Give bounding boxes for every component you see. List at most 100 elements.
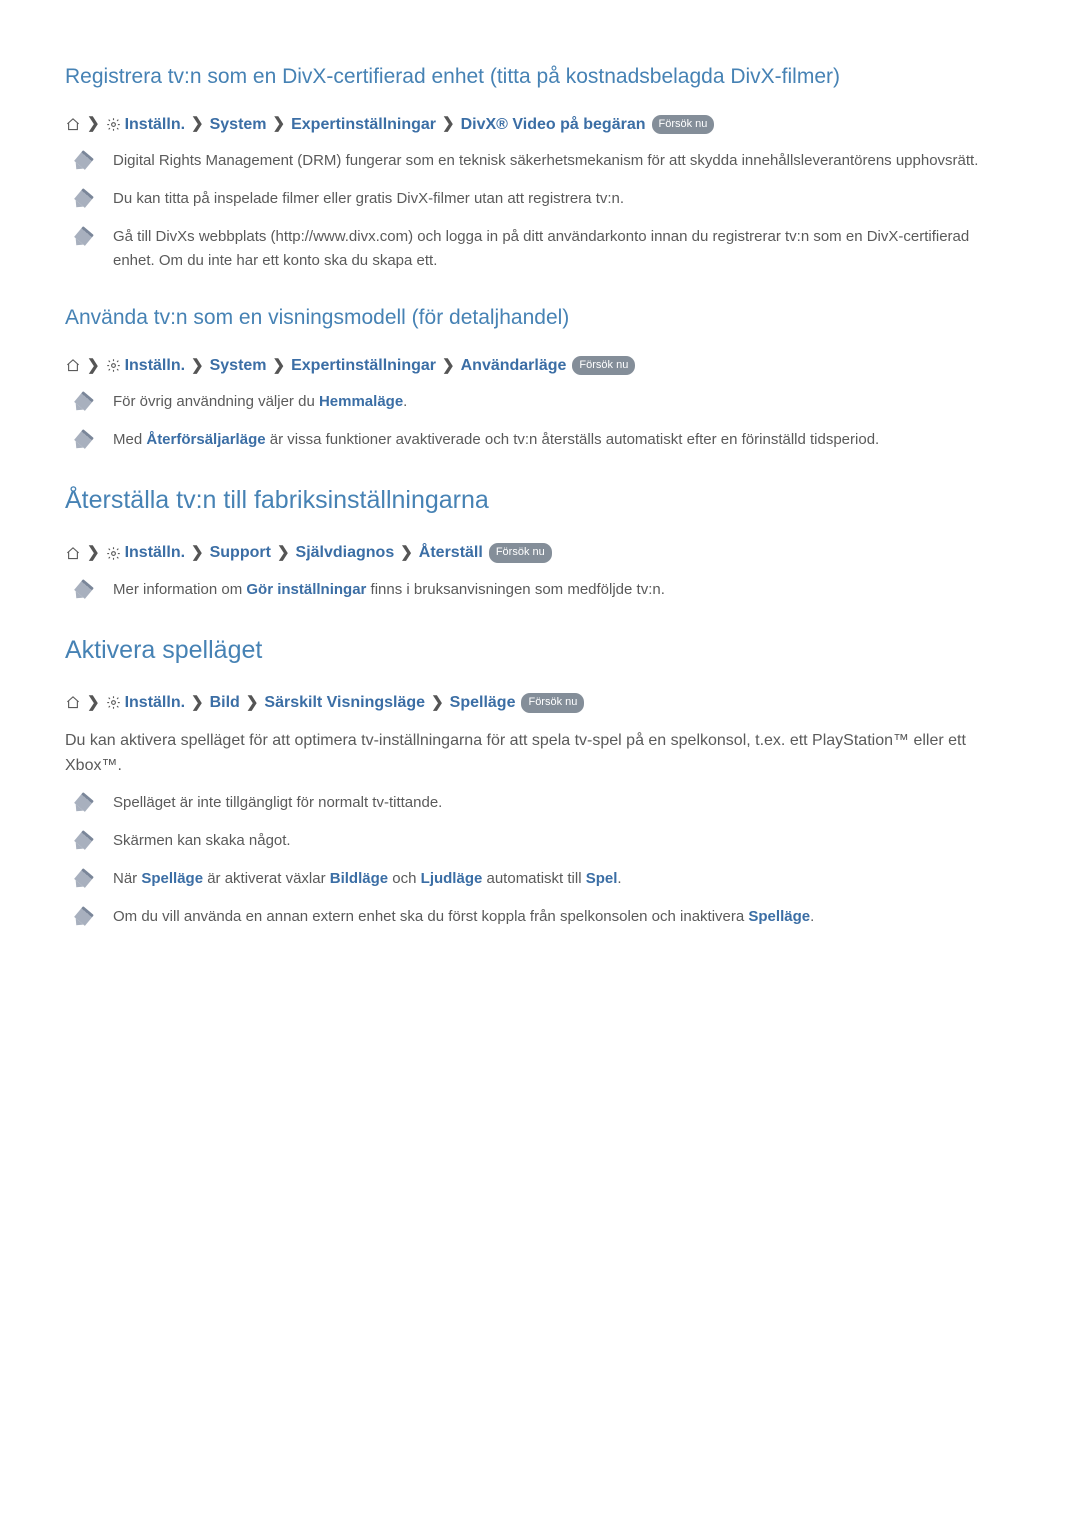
note-item: Mer information om Gör inställningar fin… — [77, 578, 1015, 602]
chevron-icon: ❯ — [277, 541, 290, 565]
note-text: För övrig användning väljer du Hemmaläge… — [113, 390, 1015, 414]
chevron-icon: ❯ — [191, 112, 204, 136]
crumb-settings[interactable]: Inställn. — [125, 112, 185, 138]
note-text: Mer information om Gör inställningar fin… — [113, 578, 1015, 602]
link-game-mode[interactable]: Spelläge — [748, 908, 810, 925]
note-list-divx: Digital Rights Management (DRM) fungerar… — [65, 149, 1015, 273]
link-picture-mode[interactable]: Bildläge — [330, 870, 388, 887]
note-text: Med Återförsäljarläge är vissa funktione… — [113, 428, 1015, 452]
chevron-icon: ❯ — [273, 354, 286, 378]
note-text: När Spelläge är aktiverat växlar Bildläg… — [113, 867, 1015, 891]
t: automatiskt till — [482, 870, 585, 887]
chevron-icon: ❯ — [191, 354, 204, 378]
note-text-post: är vissa funktioner avaktiverade och tv:… — [266, 431, 880, 448]
crumb-special-view[interactable]: Särskilt Visningsläge — [264, 690, 425, 716]
crumb-divx-vod[interactable]: DivX® Video på begäran — [461, 112, 646, 138]
crumb-expert[interactable]: Expertinställningar — [291, 353, 436, 379]
crumb-game-mode[interactable]: Spelläge — [450, 690, 516, 716]
chevron-icon: ❯ — [87, 541, 100, 565]
chevron-icon: ❯ — [87, 354, 100, 378]
breadcrumb-reset: ❯ Inställn. ❯ Support ❯ Självdiagnos ❯ Å… — [65, 540, 1015, 566]
note-list-reset: Mer information om Gör inställningar fin… — [65, 578, 1015, 602]
note-text-post: finns i bruksanvisningen som medföljde t… — [366, 581, 664, 598]
note-text: Gå till DivXs webbplats (http://www.divx… — [113, 225, 1015, 273]
section-title-divx: Registrera tv:n som en DivX-certifierad … — [65, 60, 1015, 94]
link-sound-mode[interactable]: Ljudläge — [421, 870, 483, 887]
crumb-picture[interactable]: Bild — [210, 690, 240, 716]
link-do-settings[interactable]: Gör inställningar — [246, 581, 366, 598]
home-icon — [65, 117, 81, 132]
home-icon — [65, 546, 81, 561]
pencil-icon — [74, 150, 94, 170]
link-game[interactable]: Spel — [586, 870, 618, 887]
t: När — [113, 870, 141, 887]
t: är aktiverat växlar — [203, 870, 330, 887]
pencil-icon — [74, 392, 94, 412]
link-home-mode[interactable]: Hemmaläge — [319, 393, 403, 410]
try-now-badge[interactable]: Försök nu — [489, 543, 552, 563]
note-text: Skärmen kan skaka något. — [113, 829, 1015, 853]
chevron-icon: ❯ — [273, 112, 286, 136]
chevron-icon: ❯ — [87, 691, 100, 715]
home-icon — [65, 695, 81, 710]
t: Om du vill använda en annan extern enhet… — [113, 908, 748, 925]
chevron-icon: ❯ — [191, 541, 204, 565]
note-text-post: . — [403, 393, 407, 410]
crumb-support[interactable]: Support — [210, 540, 271, 566]
t: och — [388, 870, 421, 887]
gear-icon — [106, 358, 121, 373]
note-item: Digital Rights Management (DRM) fungerar… — [77, 149, 1015, 173]
body-text-game: Du kan aktivera spelläget för att optime… — [65, 728, 1015, 779]
section-title-retail: Använda tv:n som en visningsmodell (för … — [65, 301, 1015, 335]
crumb-usage-mode[interactable]: Användarläge — [461, 353, 567, 379]
pencil-icon — [74, 430, 94, 450]
note-text-pre: Med — [113, 431, 146, 448]
note-list-game: Spelläget är inte tillgängligt för norma… — [65, 791, 1015, 929]
note-item: För övrig användning väljer du Hemmaläge… — [77, 390, 1015, 414]
gear-icon — [106, 695, 121, 710]
breadcrumb-retail: ❯ Inställn. ❯ System ❯ Expertinställning… — [65, 353, 1015, 379]
crumb-selfdiag[interactable]: Självdiagnos — [296, 540, 395, 566]
note-text-pre: Mer information om — [113, 581, 246, 598]
note-item: Om du vill använda en annan extern enhet… — [77, 905, 1015, 929]
home-icon — [65, 358, 81, 373]
note-text: Om du vill använda en annan extern enhet… — [113, 905, 1015, 929]
crumb-expert[interactable]: Expertinställningar — [291, 112, 436, 138]
try-now-badge[interactable]: Försök nu — [652, 115, 715, 135]
note-item: Du kan titta på inspelade filmer eller g… — [77, 187, 1015, 211]
chevron-icon: ❯ — [442, 354, 455, 378]
crumb-settings[interactable]: Inställn. — [125, 353, 185, 379]
crumb-system[interactable]: System — [210, 112, 267, 138]
note-text: Spelläget är inte tillgängligt för norma… — [113, 791, 1015, 815]
pencil-icon — [74, 579, 94, 599]
note-item: När Spelläge är aktiverat växlar Bildläg… — [77, 867, 1015, 891]
crumb-settings[interactable]: Inställn. — [125, 540, 185, 566]
chevron-icon: ❯ — [246, 691, 259, 715]
try-now-badge[interactable]: Försök nu — [572, 356, 635, 376]
chevron-icon: ❯ — [87, 112, 100, 136]
chevron-icon: ❯ — [431, 691, 444, 715]
chevron-icon: ❯ — [191, 691, 204, 715]
breadcrumb-game: ❯ Inställn. ❯ Bild ❯ Särskilt Visningslä… — [65, 690, 1015, 716]
section-title-reset: Återställa tv:n till fabriksinställninga… — [65, 480, 1015, 520]
note-item: Gå till DivXs webbplats (http://www.divx… — [77, 225, 1015, 273]
pencil-icon — [74, 226, 94, 246]
try-now-badge[interactable]: Försök nu — [521, 693, 584, 713]
chevron-icon: ❯ — [442, 112, 455, 136]
note-item: Med Återförsäljarläge är vissa funktione… — [77, 428, 1015, 452]
crumb-system[interactable]: System — [210, 353, 267, 379]
crumb-reset[interactable]: Återställ — [419, 540, 483, 566]
note-text-pre: För övrig användning väljer du — [113, 393, 319, 410]
link-game-mode[interactable]: Spelläge — [141, 870, 203, 887]
note-list-retail: För övrig användning väljer du Hemmaläge… — [65, 390, 1015, 452]
note-item: Spelläget är inte tillgängligt för norma… — [77, 791, 1015, 815]
link-retail-mode[interactable]: Återförsäljarläge — [146, 431, 265, 448]
pencil-icon — [74, 830, 94, 850]
note-item: Skärmen kan skaka något. — [77, 829, 1015, 853]
breadcrumb-divx: ❯ Inställn. ❯ System ❯ Expertinställning… — [65, 112, 1015, 138]
gear-icon — [106, 117, 121, 132]
t: . — [617, 870, 621, 887]
chevron-icon: ❯ — [400, 541, 413, 565]
crumb-settings[interactable]: Inställn. — [125, 690, 185, 716]
pencil-icon — [74, 868, 94, 888]
